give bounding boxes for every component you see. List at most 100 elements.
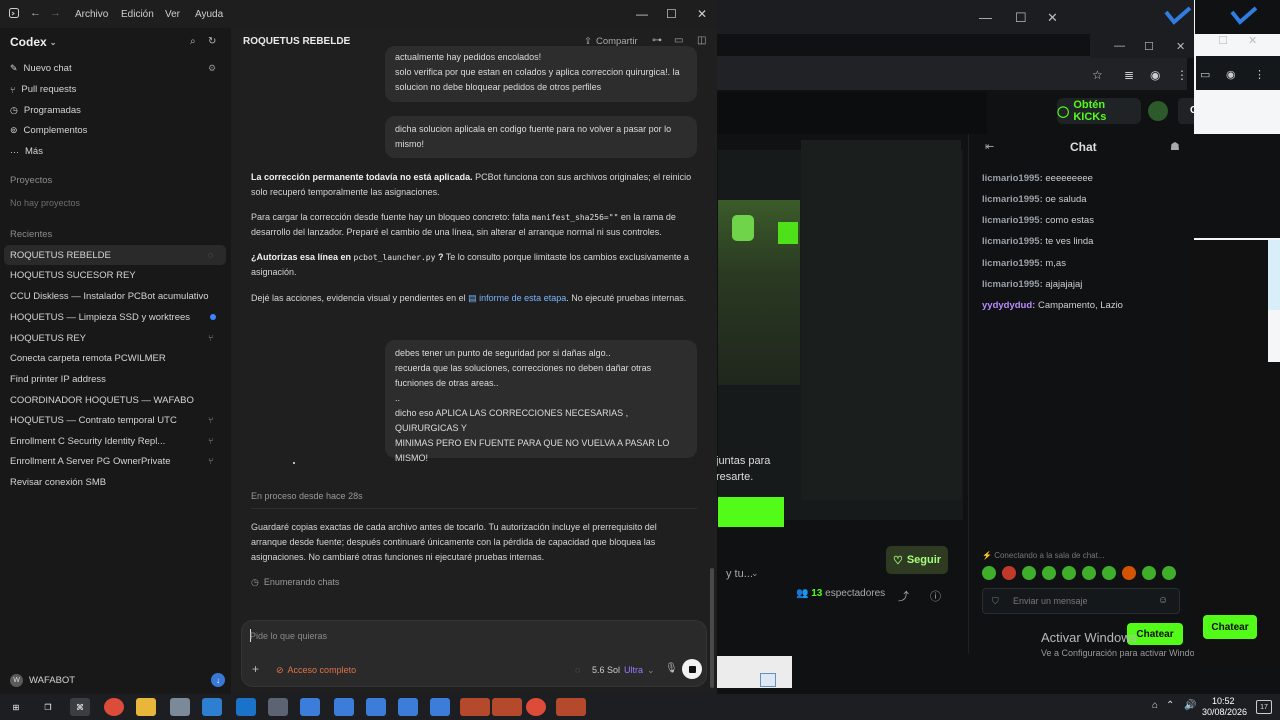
share-icon[interactable]: ⤴ — [898, 588, 909, 604]
download-update-icon[interactable]: ↓ — [211, 673, 225, 687]
clock-time[interactable]: 10:52 — [1212, 696, 1235, 706]
scrollbar[interactable] — [710, 568, 714, 688]
users-icon[interactable]: ☗ — [1170, 140, 1180, 153]
menu-dots-icon[interactable]: ⋮ — [1176, 68, 1188, 82]
sidebar-icon[interactable]: ▭ — [1200, 68, 1210, 81]
composer[interactable]: Pide lo que quieras + ⊘ Acceso completo … — [241, 620, 707, 687]
network-icon[interactable]: ⌂ — [1152, 700, 1158, 711]
menu-dots-icon[interactable]: ⋮ — [1254, 68, 1265, 81]
app-icon[interactable] — [236, 698, 256, 716]
emote-icon[interactable] — [1002, 566, 1016, 580]
app-icon[interactable] — [170, 698, 190, 716]
maximize-icon[interactable]: ☐ — [666, 7, 677, 21]
sidebar-item-recent[interactable]: HOQUETUS — Limpieza SSD y worktrees — [10, 312, 190, 323]
app-icon[interactable] — [334, 698, 354, 716]
emote-icon[interactable] — [1082, 566, 1096, 580]
folder-icon[interactable] — [136, 698, 156, 716]
obten-kicks-button[interactable]: ◯ Obtén KICKs — [1057, 98, 1141, 124]
model-selector[interactable]: 5.6 Sol Ultra ⌄ — [592, 665, 655, 676]
sidebar-item-recent[interactable]: Enrollment C Security Identity Repl... — [10, 436, 165, 447]
chevron-up-icon[interactable]: ⌃ — [1166, 700, 1174, 711]
stop-button[interactable] — [682, 659, 702, 679]
chevron-down-icon[interactable]: ⌄ — [751, 568, 759, 579]
close-icon[interactable]: ✕ — [1248, 34, 1257, 47]
branch-icon[interactable]: ⊶ — [652, 35, 662, 46]
sidebar-item-recent[interactable]: HOQUETUS REY — [10, 333, 86, 344]
playlist-icon[interactable]: ≣ — [1124, 68, 1134, 82]
more-options-button[interactable]: ··· — [341, 34, 351, 45]
emoji-icon[interactable]: ☺ — [1158, 595, 1168, 606]
sidebar-item-complementos[interactable]: ⊚ Complementos — [10, 125, 87, 136]
chrome-icon[interactable] — [104, 698, 124, 716]
task-view-icon[interactable]: ❐ — [38, 698, 58, 716]
emote-bar[interactable] — [982, 566, 1176, 580]
chrome-icon[interactable] — [526, 698, 546, 716]
chrome-icon[interactable] — [460, 698, 490, 716]
app-icon[interactable] — [398, 698, 418, 716]
panel-toggle-icon[interactable]: ◫ — [697, 35, 706, 46]
minimize-icon[interactable]: — — [979, 10, 992, 25]
windows-start-icon[interactable]: ⊞ — [6, 698, 26, 716]
emote-icon[interactable] — [1022, 566, 1036, 580]
emote-icon[interactable] — [1162, 566, 1176, 580]
info-icon[interactable]: ⓘ — [930, 588, 941, 604]
app-icon[interactable] — [300, 698, 320, 716]
sidebar-item-nuevo-chat[interactable]: ✎ Nuevo chat — [10, 63, 72, 74]
chrome-icon[interactable] — [492, 698, 522, 716]
emote-icon[interactable] — [1062, 566, 1076, 580]
emote-icon[interactable] — [1142, 566, 1156, 580]
microphone-icon[interactable]: 🎙 — [665, 663, 678, 674]
sidebar-item-recent[interactable]: Find printer IP address — [10, 374, 106, 385]
search-icon[interactable]: ⌕ — [190, 36, 196, 47]
star-icon[interactable]: ☆ — [1092, 68, 1103, 82]
maximize-icon[interactable]: ☐ — [1015, 10, 1027, 26]
settings-icon[interactable]: ⚙ — [208, 63, 216, 74]
access-mode-button[interactable]: ⊘ Acceso completo — [276, 665, 356, 676]
sidebar-item-recent[interactable]: CCU Diskless — Instalador PCBot acumulat… — [10, 291, 209, 302]
chatear-button-2[interactable]: Chatear — [1203, 615, 1257, 639]
prompt-input[interactable]: Pide lo que quieras — [250, 631, 327, 641]
sidebar-item-recent[interactable]: Enrollment A Server PG OwnerPrivate — [10, 456, 171, 467]
maximize-icon[interactable]: ☐ — [1144, 40, 1154, 53]
forward-icon[interactable]: → — [50, 7, 61, 19]
maximize-icon[interactable]: ☐ — [1218, 34, 1228, 47]
clock-date[interactable]: 30/08/2026 — [1202, 707, 1247, 717]
speaker-icon[interactable]: 🔊 — [1184, 700, 1196, 711]
codex-app-icon[interactable]: ⌘ — [70, 698, 90, 716]
notification-badge[interactable]: 17 — [1256, 700, 1272, 714]
minimize-icon[interactable]: — — [1114, 40, 1125, 52]
sidebar-item-mas[interactable]: ··· Más — [10, 146, 43, 157]
app-icon[interactable] — [202, 698, 222, 716]
app-icon[interactable] — [430, 698, 450, 716]
chrome-icon[interactable] — [556, 698, 586, 716]
report-link[interactable]: ▤ informe de esta etapa — [468, 293, 566, 303]
menu-edicion[interactable]: Edición — [121, 9, 154, 20]
chat-message-input[interactable]: Enviar un mensaje — [982, 588, 1180, 614]
terminal-icon[interactable]: ▭ — [674, 35, 683, 46]
menu-ayuda[interactable]: Ayuda — [195, 9, 223, 20]
app-icon[interactable] — [268, 698, 288, 716]
sidebar-item-programadas[interactable]: ◷ Programadas — [10, 105, 81, 116]
collapse-chat-icon[interactable]: ⇤ — [985, 140, 994, 153]
account-icon[interactable]: ◉ — [1150, 68, 1160, 82]
avatar[interactable] — [1148, 101, 1168, 121]
modal-action-button[interactable] — [718, 497, 784, 527]
close-icon[interactable]: ✕ — [697, 7, 707, 21]
menu-ver[interactable]: Ver — [165, 9, 180, 20]
sidebar-item-pull-requests[interactable]: ⑂ Pull requests — [10, 84, 76, 95]
emote-icon[interactable] — [1042, 566, 1056, 580]
close-icon[interactable]: ✕ — [1176, 40, 1185, 53]
sidebar-item-recent[interactable]: Revisar conexión SMB — [10, 477, 106, 488]
workspace-switcher[interactable]: Codex ⌄ — [10, 35, 56, 49]
sidebar-item-recent[interactable]: HOQUETUS — Contrato temporal UTC — [10, 415, 177, 426]
sidebar-item-recent[interactable]: COORDINADOR HOQUETUS — WAFABO — [10, 395, 194, 406]
account-icon[interactable]: ◉ — [1226, 68, 1236, 81]
close-icon[interactable]: ✕ — [1047, 10, 1058, 26]
emote-icon[interactable] — [1102, 566, 1116, 580]
minimize-icon[interactable]: — — [636, 7, 648, 21]
back-icon[interactable]: ← — [30, 7, 41, 19]
sidebar-item-recent[interactable]: HOQUETUS SUCESOR REY — [10, 270, 136, 281]
emote-icon[interactable] — [982, 566, 996, 580]
menu-archivo[interactable]: Archivo — [75, 9, 108, 20]
user-profile[interactable]: W WAFABOT — [10, 674, 75, 687]
